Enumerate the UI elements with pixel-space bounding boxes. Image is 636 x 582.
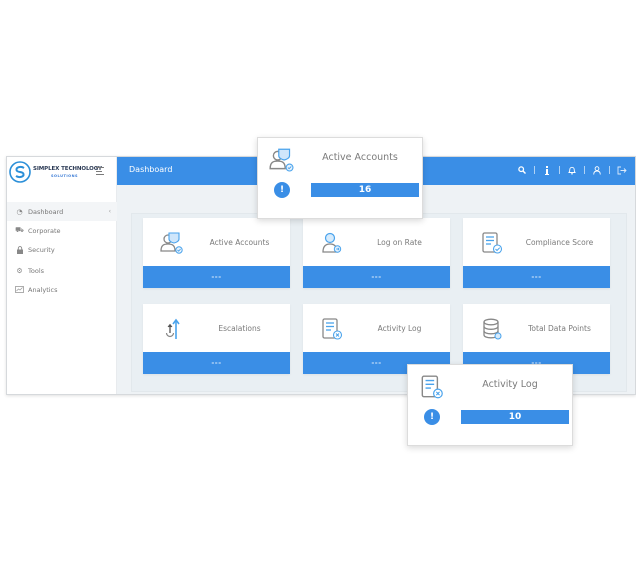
checklist-icon xyxy=(482,232,503,254)
logo-subtitle: SOLUTIONS xyxy=(51,174,79,178)
sidebar-item-label: Dashboard xyxy=(28,207,64,216)
sidebar-item-label: Analytics xyxy=(28,285,58,294)
sidebar-item-analytics[interactable]: Analytics xyxy=(7,280,117,299)
bell-icon[interactable] xyxy=(567,165,577,175)
sidebar-item-tools[interactable]: ⚙ Tools xyxy=(7,261,117,280)
popup-label: Active Accounts xyxy=(322,152,398,163)
sidebar-item-security[interactable]: Security xyxy=(7,240,117,259)
card-label: Log on Rate xyxy=(377,238,422,247)
lock-icon xyxy=(15,245,24,254)
stat-card-escalations[interactable]: Escalations --- xyxy=(143,304,290,374)
user-icon[interactable] xyxy=(592,165,602,175)
card-label: Activity Log xyxy=(377,324,422,333)
popup-label: Activity Log xyxy=(482,379,538,390)
users-shield-icon xyxy=(269,148,294,172)
sidebar: SIMPLEX TECHNOLOGY SOLUTIONS ◔ Dashboard… xyxy=(7,157,117,394)
card-value: --- xyxy=(463,266,610,288)
header-actions xyxy=(517,165,627,175)
logo-icon xyxy=(9,161,31,183)
stat-card-active-accounts[interactable]: Active Accounts --- xyxy=(143,218,290,288)
divider xyxy=(559,166,560,174)
car-icon: ⛟ xyxy=(15,226,24,234)
info-icon[interactable] xyxy=(542,165,552,175)
card-label: Total Data Points xyxy=(528,324,591,333)
card-label: Compliance Score xyxy=(525,238,594,247)
dashboard-icon: ◔ xyxy=(16,207,23,216)
card-label: Escalations xyxy=(218,324,261,333)
card-label: Active Accounts xyxy=(209,238,270,247)
popup-activity-log[interactable]: Activity Log ! 10 xyxy=(407,364,573,446)
stat-card-compliance-score[interactable]: Compliance Score --- xyxy=(463,218,610,288)
divider xyxy=(534,166,535,174)
alert-icon: ! xyxy=(424,409,440,425)
divider xyxy=(609,166,610,174)
logo[interactable]: SIMPLEX TECHNOLOGY SOLUTIONS xyxy=(7,157,117,187)
sidebar-item-label: Security xyxy=(28,245,55,254)
user-login-icon xyxy=(322,232,342,253)
activity-log-icon xyxy=(322,318,343,340)
sidebar-item-corporate[interactable]: ⛟ Corporate xyxy=(7,221,117,240)
chart-icon xyxy=(15,285,24,294)
sidebar-item-dashboard[interactable]: ◔ Dashboard ‹ xyxy=(7,202,117,221)
alert-icon: ! xyxy=(274,182,290,198)
chevron-left-icon: ‹ xyxy=(108,208,111,215)
menu-toggle-icon[interactable] xyxy=(96,167,104,176)
gear-icon: ⚙ xyxy=(16,266,23,275)
search-icon[interactable] xyxy=(517,165,527,175)
sidebar-item-label: Tools xyxy=(28,266,45,275)
logout-icon[interactable] xyxy=(617,165,627,175)
card-value: --- xyxy=(143,352,290,374)
escalation-arrow-icon xyxy=(165,318,180,339)
activity-log-icon xyxy=(421,375,443,399)
stat-card-log-on-rate[interactable]: Log on Rate --- xyxy=(303,218,450,288)
page-title: Dashboard xyxy=(129,165,173,174)
sidebar-nav: ◔ Dashboard ‹ ⛟ Corporate Security ⚙ Too… xyxy=(7,202,117,299)
popup-value: 10 xyxy=(461,410,569,424)
popup-active-accounts[interactable]: Active Accounts ! 16 xyxy=(257,137,423,219)
database-icon xyxy=(483,318,502,340)
card-value: --- xyxy=(143,266,290,288)
sidebar-item-label: Corporate xyxy=(28,226,61,235)
card-value: --- xyxy=(303,266,450,288)
popup-value: 16 xyxy=(311,183,419,197)
users-shield-icon xyxy=(160,232,183,254)
divider xyxy=(584,166,585,174)
logo-text: SIMPLEX TECHNOLOGY xyxy=(33,166,102,172)
